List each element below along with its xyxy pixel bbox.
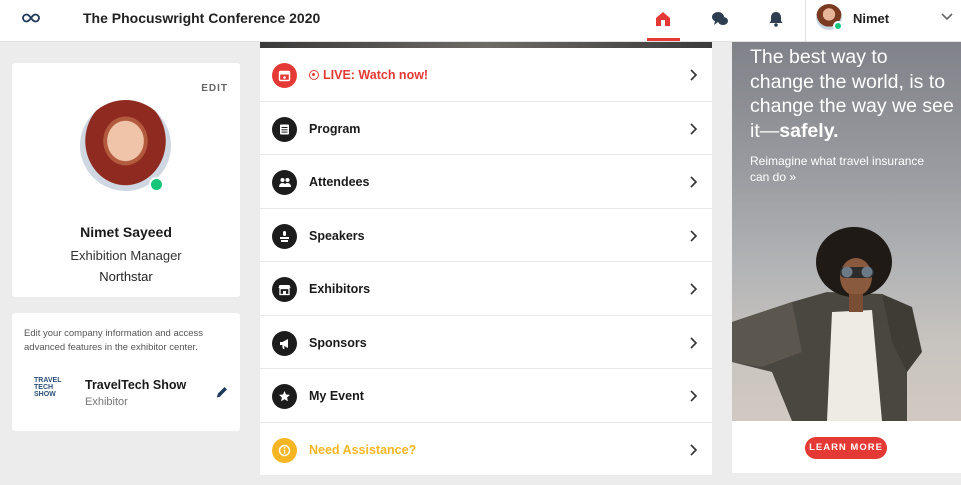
menu-item-label: Sponsors bbox=[309, 335, 367, 350]
menu-item-label: LIVE: Watch now! bbox=[309, 68, 428, 82]
chevron-right-icon bbox=[690, 336, 698, 349]
menu-item-label: Program bbox=[309, 121, 361, 136]
info-icon bbox=[272, 437, 297, 463]
profile-card: EDIT Nimet Sayeed Exhibition Manager Nor… bbox=[12, 63, 240, 297]
company-type: Exhibitor bbox=[85, 396, 128, 408]
menu-item-label: Need Assistance? bbox=[309, 442, 417, 457]
edit-profile-link[interactable]: EDIT bbox=[201, 83, 228, 94]
profile-role: Exhibition Manager bbox=[70, 248, 182, 263]
company-name[interactable]: TravelTech Show bbox=[85, 378, 186, 392]
online-status-dot bbox=[833, 21, 843, 31]
ad-headline: The best way to change the world, is to … bbox=[750, 46, 954, 142]
menu-item-label: Attendees bbox=[309, 175, 370, 189]
storefront-icon bbox=[272, 277, 297, 302]
active-tab-indicator bbox=[647, 38, 680, 41]
company-logo-line: TECH bbox=[34, 384, 54, 391]
company-logo-line: TRAVEL bbox=[34, 377, 62, 384]
menu-item-label: Speakers bbox=[309, 228, 365, 243]
menu-item-live[interactable]: LIVE: Watch now! bbox=[260, 48, 712, 102]
menu-item-label: Exhibitors bbox=[309, 282, 371, 296]
event-menu: LIVE: Watch now! Program Attendees Speak… bbox=[260, 42, 712, 475]
pencil-icon[interactable] bbox=[215, 385, 229, 399]
online-status-dot bbox=[149, 177, 164, 192]
chevron-right-icon bbox=[690, 283, 698, 295]
podium-icon bbox=[272, 223, 297, 249]
menu-item-exhibitors[interactable]: Exhibitors bbox=[260, 262, 712, 316]
company-logo[interactable]: TRAVEL TECH SHOW bbox=[34, 377, 66, 405]
chevron-right-icon bbox=[690, 176, 698, 188]
exhibitor-card: Edit your company information and access… bbox=[12, 313, 240, 431]
megaphone-icon bbox=[272, 330, 297, 356]
app-title: The Phocuswright Conference 2020 bbox=[83, 10, 321, 26]
menu-item-need-assistance[interactable]: Need Assistance? bbox=[260, 423, 712, 477]
learn-more-button[interactable]: LEARN MORE bbox=[805, 437, 887, 459]
top-nav-bar: The Phocuswright Conference 2020 Nimet bbox=[0, 0, 961, 42]
star-icon bbox=[272, 384, 297, 409]
schedule-icon bbox=[272, 116, 297, 142]
bell-icon[interactable] bbox=[765, 8, 787, 30]
nav-divider bbox=[805, 0, 806, 42]
chat-bubbles-icon[interactable] bbox=[709, 8, 731, 30]
ad-person-illustration bbox=[732, 227, 922, 421]
chevron-right-icon bbox=[690, 69, 698, 81]
infinity-logo-icon[interactable] bbox=[22, 11, 40, 25]
home-icon[interactable] bbox=[652, 8, 674, 30]
sponsor-ad[interactable]: The best way to change the world, is to … bbox=[732, 42, 961, 473]
user-name: Nimet bbox=[853, 11, 890, 26]
chevron-right-icon bbox=[690, 122, 698, 135]
menu-item-speakers[interactable]: Speakers bbox=[260, 209, 712, 262]
profile-company: Northstar bbox=[99, 269, 153, 284]
people-icon bbox=[272, 170, 297, 195]
chevron-down-icon[interactable] bbox=[940, 10, 954, 24]
calendar-live-icon bbox=[272, 63, 297, 88]
company-logo-line: SHOW bbox=[34, 391, 56, 398]
live-indicator-icon bbox=[309, 70, 319, 80]
menu-item-my-event[interactable]: My Event bbox=[260, 369, 712, 423]
chevron-right-icon bbox=[690, 443, 698, 456]
menu-item-attendees[interactable]: Attendees bbox=[260, 155, 712, 209]
exhibitor-note: Edit your company information and access… bbox=[24, 328, 204, 353]
profile-name: Nimet Sayeed bbox=[80, 224, 172, 240]
menu-item-program[interactable]: Program bbox=[260, 102, 712, 155]
ad-subtext[interactable]: Reimagine what travel insurance can do » bbox=[750, 153, 940, 185]
user-menu[interactable]: Nimet bbox=[816, 4, 961, 36]
menu-item-label: My Event bbox=[309, 389, 364, 403]
chevron-right-icon bbox=[690, 229, 698, 242]
menu-item-sponsors[interactable]: Sponsors bbox=[260, 316, 712, 369]
chevron-right-icon bbox=[690, 390, 698, 402]
